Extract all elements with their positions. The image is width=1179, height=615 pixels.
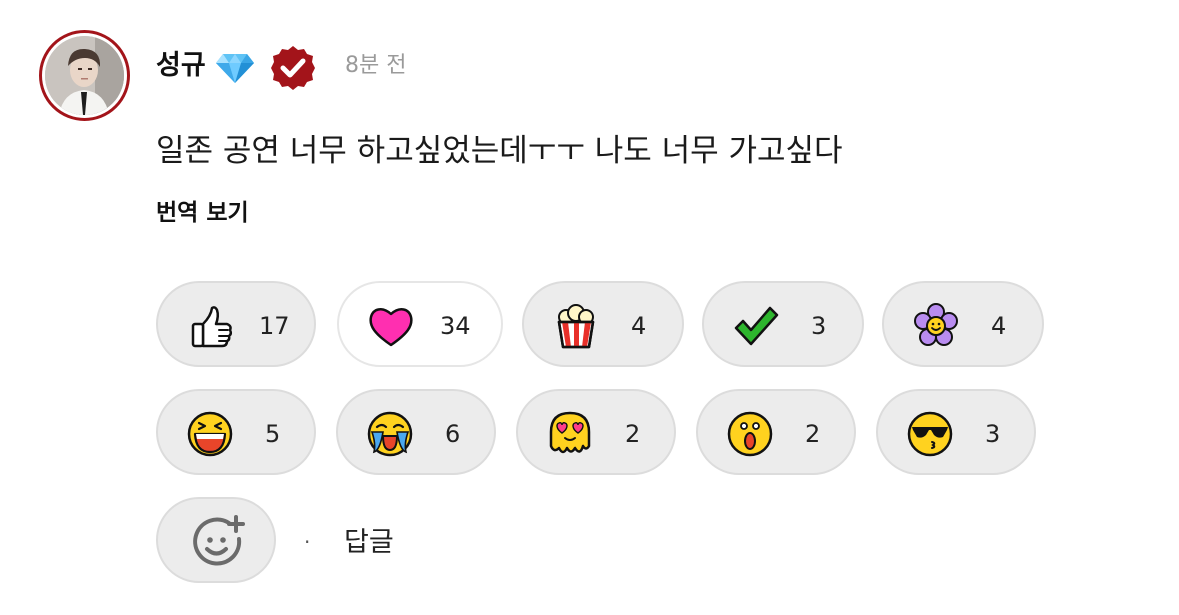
reaction-popcorn[interactable]: 4 [522,281,684,367]
crying-face-icon [367,411,413,457]
reply-button[interactable]: 답글 [344,524,394,562]
reaction-laughing-face[interactable]: 5 [156,389,316,475]
comment-text: 일존 공연 너무 하고싶었는데ㅜㅜ 나도 너무 가고싶다 [156,133,843,169]
reaction-count: 34 [440,312,471,340]
reaction-count: 3 [985,420,1001,448]
shocked-face-icon [727,411,773,457]
melting-heart-eyes-face-icon [549,411,591,454]
avatar[interactable] [39,30,130,121]
reaction-flower[interactable]: 4 [882,281,1044,367]
reaction-checkmark[interactable]: 3 [702,281,864,367]
separator-dot: · [304,530,311,554]
reaction-count: 2 [625,420,641,448]
add-reaction-button[interactable] [156,497,276,583]
reaction-count: 17 [259,312,290,340]
heart-icon [369,308,413,347]
reaction-melting-heart-eyes-face[interactable]: 2 [516,389,676,475]
reaction-count: 4 [991,312,1007,340]
reaction-crying-face[interactable]: 6 [336,389,496,475]
reaction-count: 3 [811,312,827,340]
laughing-face-icon [187,411,233,457]
username[interactable]: 성규 [156,46,206,86]
flower-icon [914,303,958,346]
reaction-count: 6 [445,420,461,448]
reaction-shocked-face[interactable]: 2 [696,389,856,475]
reaction-thumbs-up[interactable]: 17 [156,281,316,367]
reaction-sunglasses-kiss-face[interactable]: 3 [876,389,1036,475]
profile-photo [45,36,124,115]
popcorn-icon [557,304,595,349]
timestamp: 8분 전 [345,53,407,78]
diamond-icon [215,52,255,88]
checkmark-icon [734,306,779,346]
verified-check-icon [270,45,316,95]
reaction-count: 2 [805,420,821,448]
reaction-heart[interactable]: 34 [337,281,503,367]
translate-button[interactable]: 번역 보기 [156,196,249,230]
add-emoji-icon [193,515,245,566]
reaction-count: 4 [631,312,647,340]
thumbs-up-icon [191,306,233,348]
reaction-count: 5 [265,420,281,448]
sunglasses-kiss-face-icon [907,411,953,457]
